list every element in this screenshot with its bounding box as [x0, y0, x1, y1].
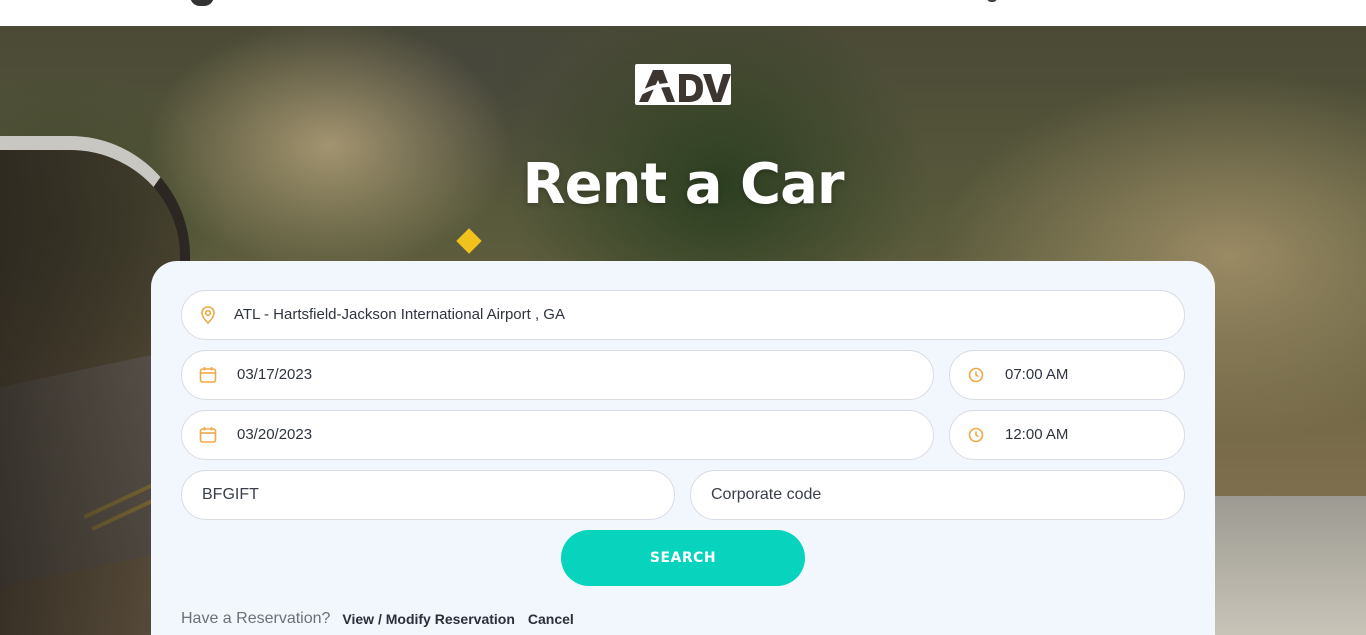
cancel-reservation-link[interactable]: Cancel	[528, 611, 574, 627]
adv-logo-icon	[635, 64, 731, 105]
pickup-time-field[interactable]: 07:00 AM	[949, 350, 1185, 400]
pickup-time-value: 07:00 AM	[1005, 366, 1069, 383]
nav-item-fragment	[987, 0, 997, 2]
corporate-code-input[interactable]: Corporate code	[690, 470, 1185, 520]
reservation-question: Have a Reservation?	[181, 610, 331, 627]
hillside	[1206, 496, 1366, 635]
pickup-date-field[interactable]: 03/17/2023	[181, 350, 934, 400]
map-pin-icon	[201, 306, 215, 325]
promo-code-value: BFGIFT	[202, 486, 259, 503]
corporate-code-placeholder: Corporate code	[711, 486, 822, 503]
calendar-icon	[199, 427, 217, 443]
view-modify-reservation-link[interactable]: View / Modify Reservation	[342, 611, 514, 627]
calendar-icon	[199, 367, 217, 383]
promo-code-input[interactable]: BFGIFT	[181, 470, 675, 520]
clock-icon	[968, 427, 984, 443]
search-button[interactable]: SEARCH	[561, 530, 805, 586]
return-time-field[interactable]: 12:00 AM	[949, 410, 1185, 460]
pickup-location-field[interactable]: ATL - Hartsfield-Jackson International A…	[181, 290, 1185, 340]
return-time-value: 12:00 AM	[1005, 426, 1069, 443]
pickup-location-value: ATL - Hartsfield-Jackson International A…	[234, 306, 565, 323]
reservation-links: Have a Reservation? View / Modify Reserv…	[181, 608, 587, 630]
brand-logo	[635, 64, 731, 105]
clock-icon	[968, 367, 984, 383]
road-sign	[456, 228, 482, 254]
nav-logo-fragment	[190, 0, 214, 6]
pickup-date-value: 03/17/2023	[237, 366, 313, 383]
top-nav-bar	[0, 0, 1366, 26]
page-title: Rent a Car	[522, 152, 844, 217]
return-date-value: 03/20/2023	[237, 426, 313, 443]
return-date-field[interactable]: 03/20/2023	[181, 410, 934, 460]
